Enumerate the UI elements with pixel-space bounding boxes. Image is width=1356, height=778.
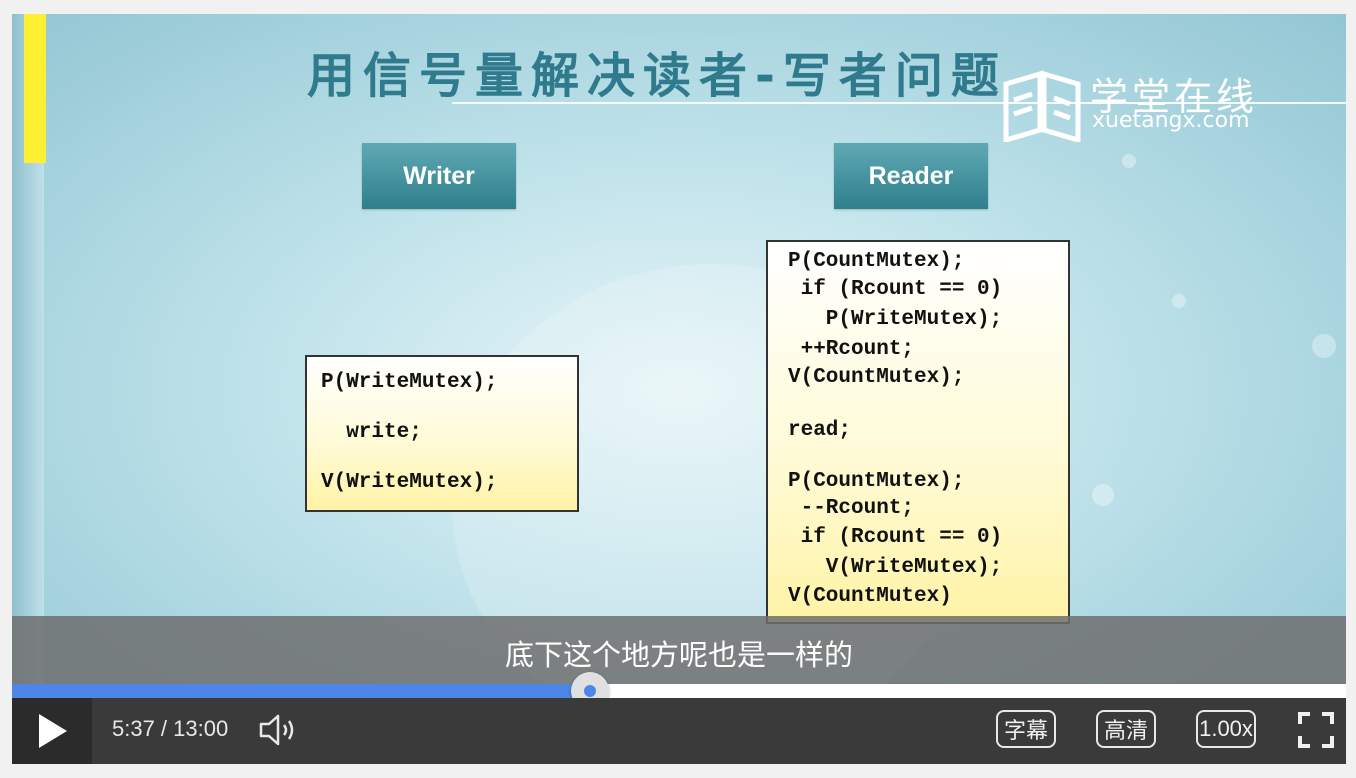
progress-fill xyxy=(12,684,590,698)
xuetangx-logo: 学堂在线 xuetangx.com xyxy=(1000,66,1280,146)
code-line: V(CountMutex); xyxy=(788,366,965,389)
slide-decoration xyxy=(1172,294,1186,308)
control-bar: 5:37 / 13:00 字幕 高清 1.00x xyxy=(12,698,1346,764)
code-line: read; xyxy=(788,419,852,442)
volume-icon[interactable] xyxy=(258,712,298,748)
subtitle-text: 底下这个地方呢也是一样的 xyxy=(504,638,853,672)
code-line: if (Rcount == 0) xyxy=(788,278,1003,301)
code-line: P(WriteMutex); xyxy=(321,371,498,394)
code-line: if (Rcount == 0) xyxy=(788,526,1003,549)
play-icon xyxy=(39,714,67,748)
slide-decoration xyxy=(1092,484,1114,506)
code-line: --Rcount; xyxy=(788,497,915,520)
code-line: V(WriteMutex); xyxy=(788,556,1003,579)
slide-decoration xyxy=(1312,334,1336,358)
time-display: 5:37 / 13:00 xyxy=(112,716,229,741)
quality-button[interactable]: 高清 xyxy=(1096,710,1156,748)
book-logo-icon xyxy=(1003,70,1081,142)
writer-label: Writer xyxy=(362,143,516,209)
reader-code-box: P(CountMutex); if (Rcount == 0) P(WriteM… xyxy=(766,240,1070,624)
reader-label: Reader xyxy=(834,143,988,209)
code-line: V(WriteMutex); xyxy=(321,471,498,494)
subtitle-button[interactable]: 字幕 xyxy=(996,710,1056,748)
fullscreen-icon[interactable] xyxy=(1298,712,1334,748)
slide-decoration xyxy=(1122,154,1136,168)
speed-button[interactable]: 1.00x xyxy=(1196,710,1256,748)
slide-accent-bar xyxy=(24,14,46,163)
code-line: P(WriteMutex); xyxy=(788,308,1003,331)
play-button[interactable] xyxy=(12,698,92,764)
logo-text-en: xuetangx.com xyxy=(1092,108,1250,133)
code-line: P(CountMutex); xyxy=(788,250,965,273)
video-frame[interactable]: 用信号量解决读者-写者问题 学堂在线 xuetangx.com Writer R… xyxy=(12,14,1346,698)
code-line: V(CountMutex) xyxy=(788,585,952,608)
code-line: P(CountMutex); xyxy=(788,470,965,493)
code-line: write; xyxy=(321,421,422,444)
writer-code-box: P(WriteMutex); write; V(WriteMutex); xyxy=(305,355,579,512)
slide-title: 用信号量解决读者-写者问题 xyxy=(307,48,1007,104)
video-player: 用信号量解决读者-写者问题 学堂在线 xuetangx.com Writer R… xyxy=(12,14,1346,764)
code-line: ++Rcount; xyxy=(788,338,915,361)
